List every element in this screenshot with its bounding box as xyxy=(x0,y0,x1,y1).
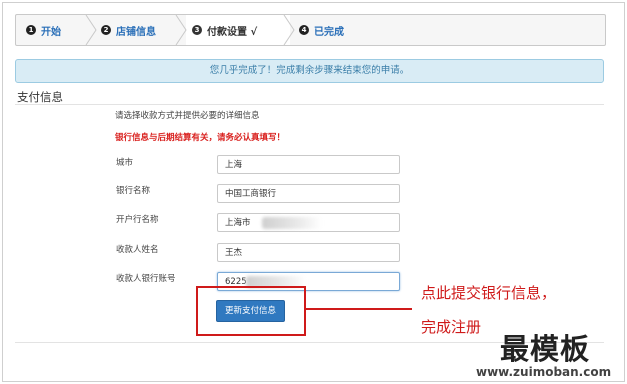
annotation-line xyxy=(306,308,412,310)
redaction-blur xyxy=(262,217,322,229)
step-label: 开始 xyxy=(41,26,61,38)
step-progress-bar: 1 开始 2 店铺信息 3 付款设置 √ 4 已完成 xyxy=(15,14,606,46)
highlight-box xyxy=(196,286,306,336)
step-payment-settings[interactable]: 3 付款设置 √ xyxy=(192,15,257,45)
step-start[interactable]: 1 开始 xyxy=(26,15,61,45)
step-label: 付款设置 √ xyxy=(207,26,258,38)
payee-name-field[interactable]: 王杰 xyxy=(217,243,400,262)
branch-name-label: 开户行名称 xyxy=(116,215,159,225)
warning-text: 银行信息与后期结算有关，请务必认真填写！ xyxy=(115,133,286,143)
city-field[interactable]: 上海 xyxy=(217,155,400,174)
step-completed[interactable]: 4 已完成 xyxy=(299,15,344,45)
bank-name-field[interactable]: 中国工商银行 xyxy=(217,184,400,203)
section-title: 支付信息 xyxy=(17,90,63,104)
step-label: 店铺信息 xyxy=(116,26,156,38)
city-label: 城市 xyxy=(116,158,134,168)
intro-text: 请选择收款方式并提供必要的详细信息 xyxy=(115,111,260,121)
chevron-right-icon xyxy=(283,15,295,45)
step-store-info[interactable]: 2 店铺信息 xyxy=(101,15,156,45)
step-number: 1 xyxy=(26,25,36,35)
chevron-right-icon xyxy=(85,15,97,45)
step-label: 已完成 xyxy=(314,26,344,38)
step-number: 2 xyxy=(101,25,111,35)
step-number: 4 xyxy=(299,25,309,35)
watermark-logo: 最模板 xyxy=(500,332,591,366)
watermark-url: www.zuimoban.com xyxy=(476,365,612,379)
payee-name-label: 收款人姓名 xyxy=(116,245,159,255)
step-number: 3 xyxy=(192,25,202,35)
divider xyxy=(15,104,604,105)
annotation-text: 点此提交银行信息， xyxy=(421,284,557,302)
annotation-text: 完成注册 xyxy=(421,318,482,336)
bank-name-label: 银行名称 xyxy=(116,186,151,196)
info-alert: 您几乎完成了！完成剩余步骤来结束您的申请。 xyxy=(15,59,604,83)
chevron-right-icon xyxy=(175,15,187,45)
account-number-label: 收款人银行账号 xyxy=(116,274,176,284)
